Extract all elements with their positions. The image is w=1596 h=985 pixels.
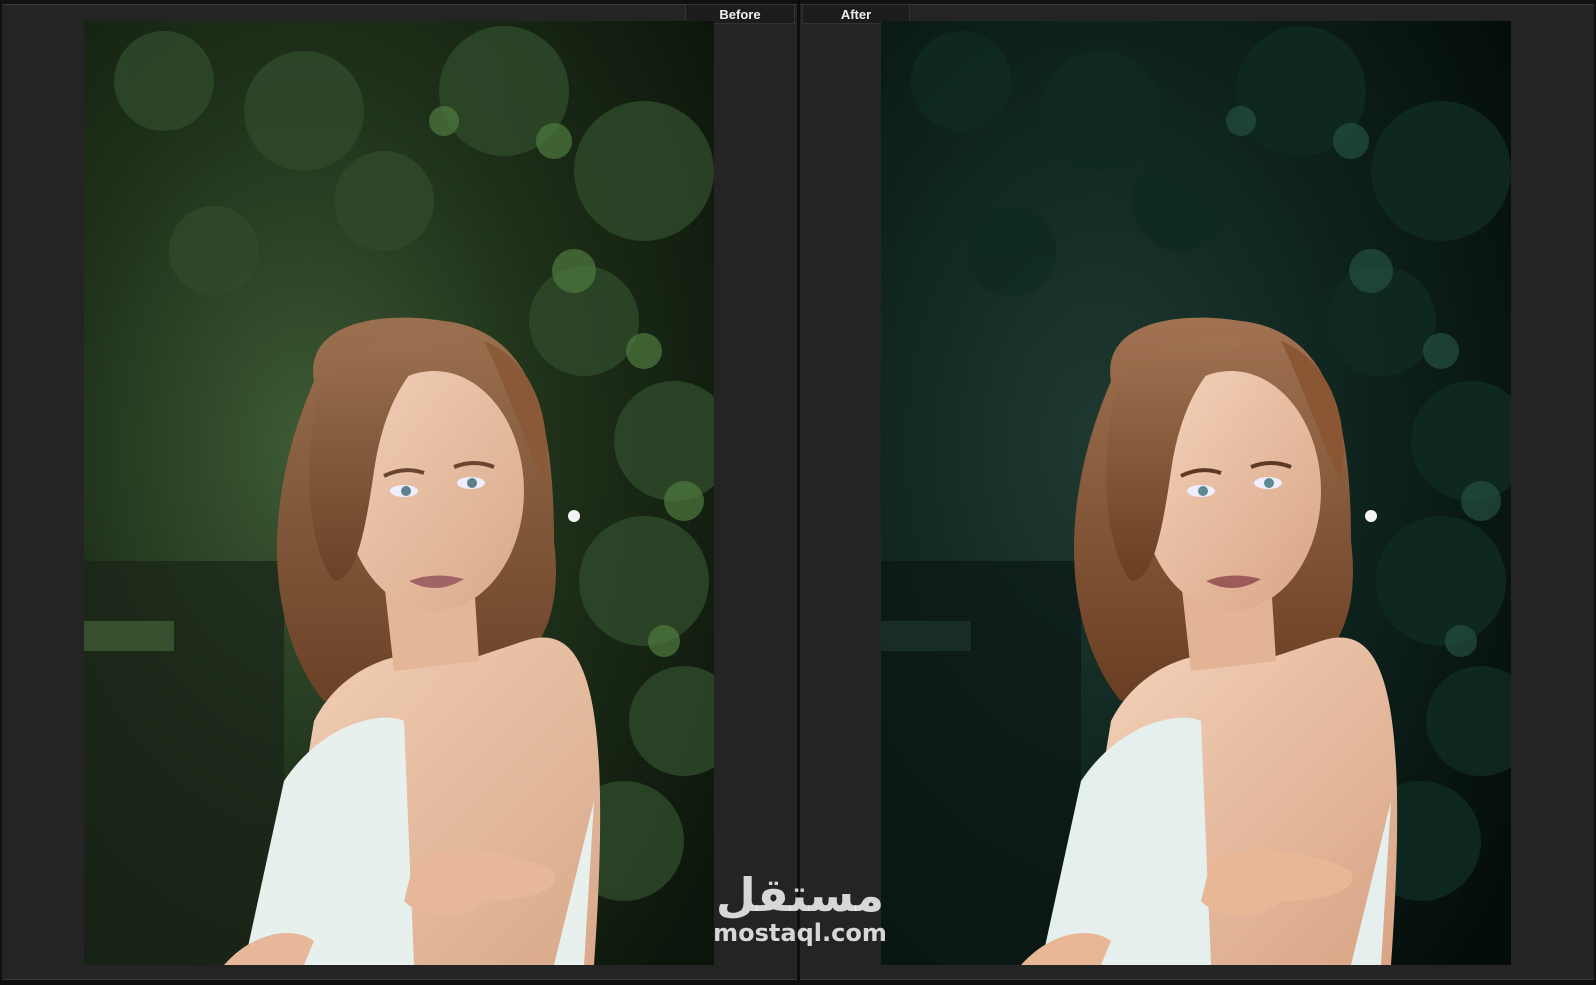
- compare-divider[interactable]: [797, 0, 800, 985]
- bottom-border: [0, 980, 1596, 985]
- after-photo: [881, 21, 1511, 965]
- after-portrait-image: [881, 21, 1511, 965]
- before-after-compare-view: Before After مستقل mostaql.com: [0, 0, 1596, 985]
- before-portrait-image: [84, 21, 714, 965]
- before-photo: [84, 21, 714, 965]
